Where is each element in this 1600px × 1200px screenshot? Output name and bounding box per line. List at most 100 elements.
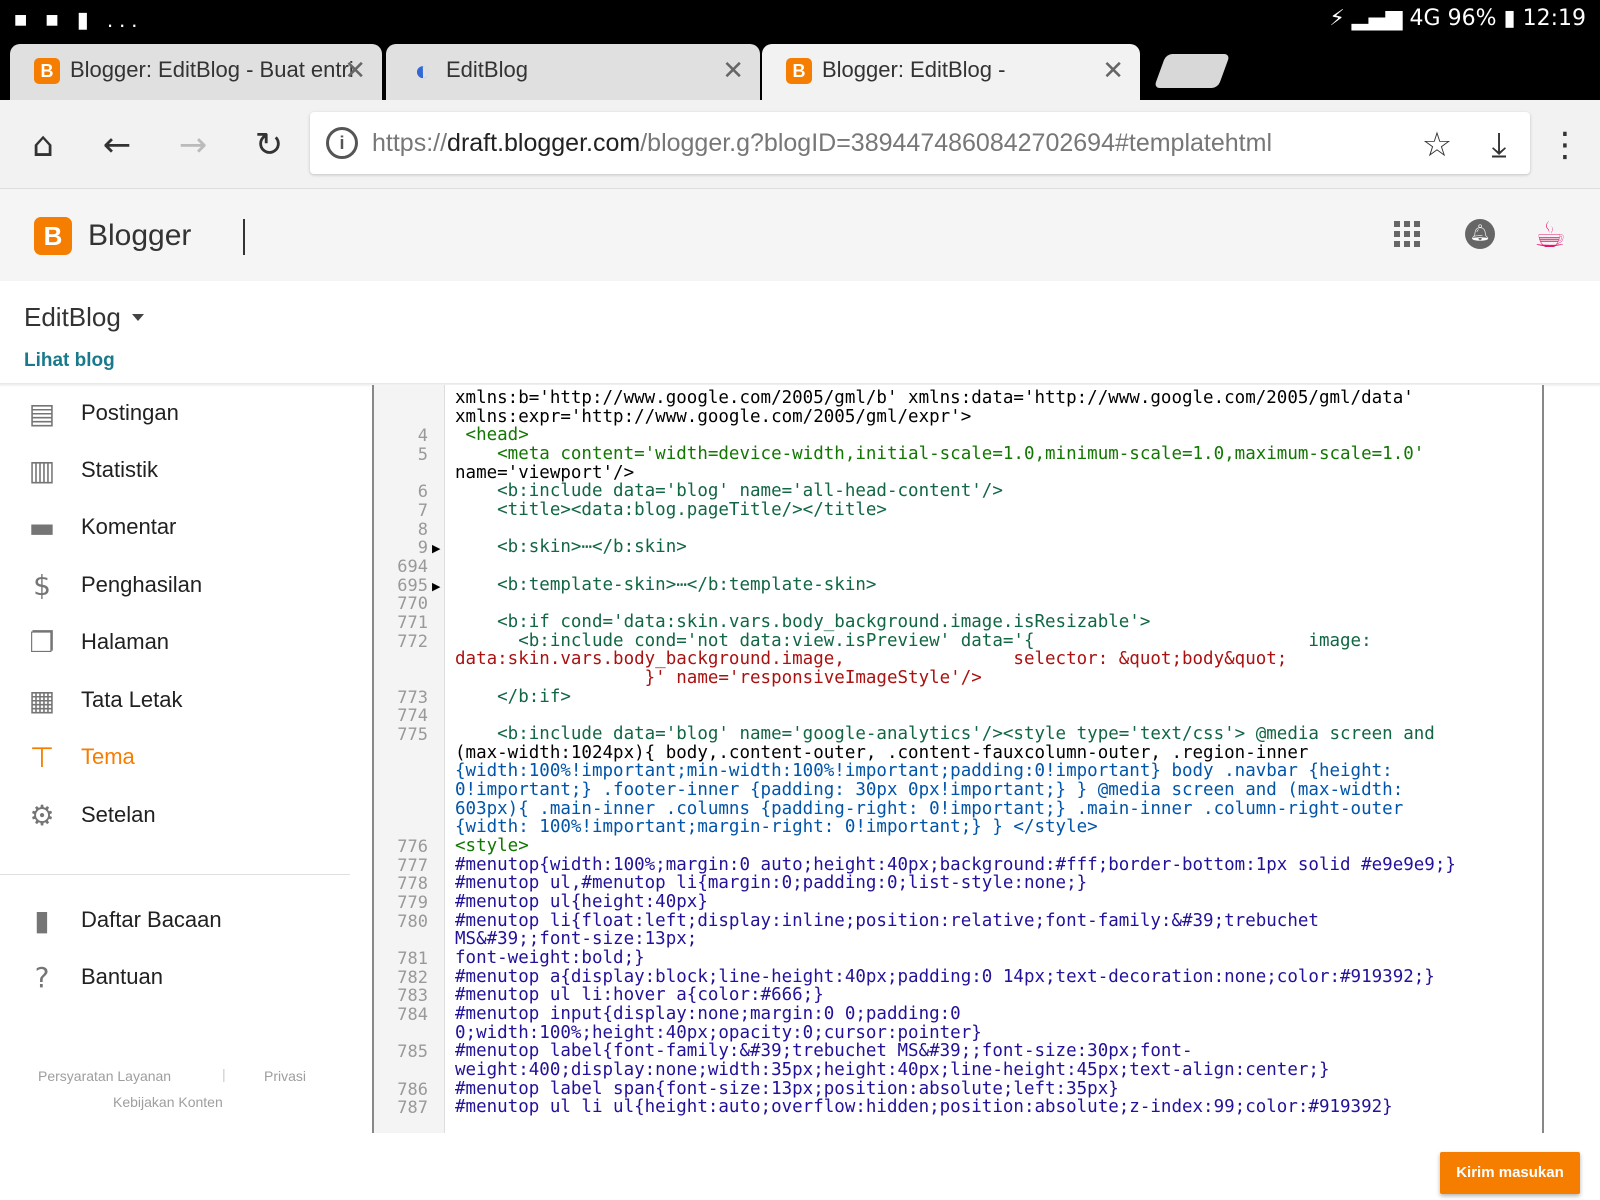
- line-number: 781: [397, 949, 428, 969]
- help-icon: ?: [34, 961, 50, 994]
- line-number: 786: [397, 1080, 428, 1100]
- line-number: 6: [417, 482, 428, 502]
- sidebar-item-bantuan[interactable]: ? Bantuan: [0, 952, 350, 1006]
- tab-editblog[interactable]: ◐ EditBlog ✕: [386, 44, 760, 100]
- line-number: 785: [397, 1042, 428, 1062]
- url-scheme: https://: [372, 129, 448, 157]
- sidebar-item-halaman[interactable]: ❐ Halaman: [0, 617, 350, 671]
- home-icon[interactable]: ⌂: [18, 120, 68, 170]
- signal-icon: ⚡ ▂▄▆: [1329, 6, 1410, 31]
- sidebar-item-daftar-bacaan[interactable]: ▮ Daftar Bacaan: [0, 895, 350, 949]
- sidebar-item-penghasilan[interactable]: $ Penghasilan: [0, 560, 350, 614]
- apps-grid-icon[interactable]: [1394, 221, 1420, 247]
- privacy-link[interactable]: Privasi: [264, 1068, 306, 1084]
- blogger-logo-icon[interactable]: B: [34, 217, 72, 255]
- battery-icon: ▮: [1503, 6, 1516, 31]
- reload-icon[interactable]: ↻: [244, 120, 294, 170]
- fold-arrow-icon[interactable]: ▶: [432, 580, 440, 593]
- line-number: 773: [397, 688, 428, 708]
- code-line: data:skin.vars.body_background.image, se…: [455, 649, 1288, 669]
- line-number: 770: [397, 594, 428, 614]
- sidebar-item-setelan[interactable]: ⚙ Setelan: [0, 790, 350, 844]
- line-number: 778: [397, 874, 428, 894]
- send-feedback-button[interactable]: Kirim masukan: [1440, 1152, 1580, 1194]
- url-path: /blogger.g?blogID=3894474860842702694#te…: [640, 129, 1272, 157]
- line-number: 776: [397, 837, 428, 857]
- notification-bell-icon[interactable]: 🔔︎: [1465, 219, 1495, 249]
- browser-toolbar: ⌂ ← → ↻ i https://draft.blogger.com/blog…: [0, 100, 1600, 189]
- footer-separator: |: [222, 1066, 226, 1082]
- address-bar[interactable]: i https://draft.blogger.com/blogger.g?bl…: [310, 112, 1530, 174]
- clock: 12:19: [1522, 6, 1586, 31]
- line-number: 695: [397, 576, 428, 596]
- app-header: B Blogger 🔔︎ ☕︎: [0, 189, 1600, 281]
- template-html-editor[interactable]: 4 5 6 7 8 9 ▶ 694 695 ▶ 770 771 772 773 …: [372, 385, 1544, 1133]
- back-icon[interactable]: ←: [92, 120, 142, 170]
- line-number-gutter: 4 5 6 7 8 9 ▶ 694 695 ▶ 770 771 772 773 …: [374, 385, 445, 1133]
- line-number: 694: [397, 557, 428, 577]
- terms-link[interactable]: Persyaratan Layanan: [38, 1068, 171, 1084]
- line-number: 779: [397, 893, 428, 913]
- notification-icons: ■ ■ ▮ ...: [14, 7, 144, 32]
- theme-icon: ⊤: [29, 741, 55, 774]
- pages-icon: ❐: [29, 626, 55, 659]
- code-line: }' name='responsiveImageStyle'/>: [455, 668, 982, 688]
- battery-level: 96%: [1447, 6, 1497, 31]
- sidebar-item-tema[interactable]: ⊤ Tema: [0, 732, 350, 786]
- sidebar-item-label: Bantuan: [81, 964, 163, 989]
- sidebar-item-label: Halaman: [81, 629, 170, 654]
- close-icon[interactable]: ✕: [722, 44, 744, 96]
- sidebar-item-label: Postingan: [81, 400, 179, 425]
- code-line: #menutop label{font-family:&#39;trebuche…: [455, 1041, 1193, 1061]
- blog-title[interactable]: EditBlog: [24, 302, 121, 333]
- sidebar-item-label: Statistik: [81, 457, 159, 482]
- sidebar-item-label: Daftar Bacaan: [81, 907, 222, 932]
- line-number: 784: [397, 1005, 428, 1025]
- tab-blogger-editblog[interactable]: B Blogger: EditBlog - ✕: [762, 44, 1140, 100]
- line-number: 9: [417, 538, 428, 558]
- code-line: <title><data:blog.pageTitle/></title>: [455, 500, 887, 520]
- fold-arrow-icon[interactable]: ▶: [432, 542, 440, 555]
- line-number: 7: [417, 501, 428, 521]
- sidebar-item-tata-letak[interactable]: ▦ Tata Letak: [0, 675, 350, 729]
- line-number: 777: [397, 856, 428, 876]
- star-icon[interactable]: ☆: [1412, 120, 1462, 170]
- code-line: <head>: [455, 425, 529, 445]
- app-name: Blogger: [88, 219, 192, 252]
- code-line: xmlns:expr='http://www.google.com/2005/g…: [455, 407, 972, 427]
- loading-icon: ◐: [414, 55, 432, 86]
- avatar[interactable]: ☕︎: [1528, 215, 1572, 255]
- sidebar-item-komentar[interactable]: ▬ Komentar: [0, 502, 350, 556]
- code-line: <b:include data='blog' name='all-head-co…: [455, 481, 1003, 501]
- new-tab-button[interactable]: [1153, 54, 1231, 88]
- info-icon[interactable]: i: [326, 127, 358, 159]
- forward-icon[interactable]: →: [168, 120, 218, 170]
- settings-icon: ⚙: [29, 799, 55, 832]
- code-line: #menutop ul li:hover a{color:#666;}: [455, 985, 824, 1005]
- sidebar-item-label: Setelan: [81, 802, 156, 827]
- line-number: 771: [397, 613, 428, 633]
- sidebar-item-statistik[interactable]: ▥ Statistik: [0, 445, 350, 499]
- code-line: weight:400;display:none;width:35px;heigh…: [455, 1060, 1330, 1080]
- status-bar: ■ ■ ▮ ... ⚡ ▂▄▆ 4G 96% ▮ 12:19: [0, 0, 1600, 42]
- sidebar-item-postingan[interactable]: ▤ Postingan: [0, 388, 350, 442]
- content-policy-link[interactable]: Kebijakan Konten: [113, 1094, 223, 1110]
- code-line: {width:100%!important;min-width:100%!imp…: [455, 761, 1393, 781]
- line-number: 4: [417, 426, 428, 446]
- line-number: 782: [397, 968, 428, 988]
- download-icon[interactable]: ⤓: [1474, 120, 1524, 170]
- more-menu-icon[interactable]: ⋮: [1540, 120, 1590, 170]
- close-icon[interactable]: ✕: [1102, 44, 1124, 96]
- chevron-down-icon[interactable]: [132, 314, 144, 321]
- line-number: 787: [397, 1098, 428, 1118]
- sidebar-divider: [0, 874, 350, 875]
- code-line: </b:if>: [455, 687, 571, 707]
- sidebar-item-label: Tema: [81, 744, 135, 769]
- url-text[interactable]: https://draft.blogger.com/blogger.g?blog…: [372, 129, 1272, 158]
- view-blog-link[interactable]: Lihat blog: [24, 350, 115, 372]
- close-icon[interactable]: ✕: [344, 44, 366, 96]
- line-number: 783: [397, 986, 428, 1006]
- code-line: <b:template-skin>⋯</b:template-skin>: [455, 575, 877, 595]
- tab-blogger-new-post[interactable]: B Blogger: EditBlog - Buat entri ✕: [10, 44, 382, 100]
- posts-icon: ▤: [28, 397, 56, 430]
